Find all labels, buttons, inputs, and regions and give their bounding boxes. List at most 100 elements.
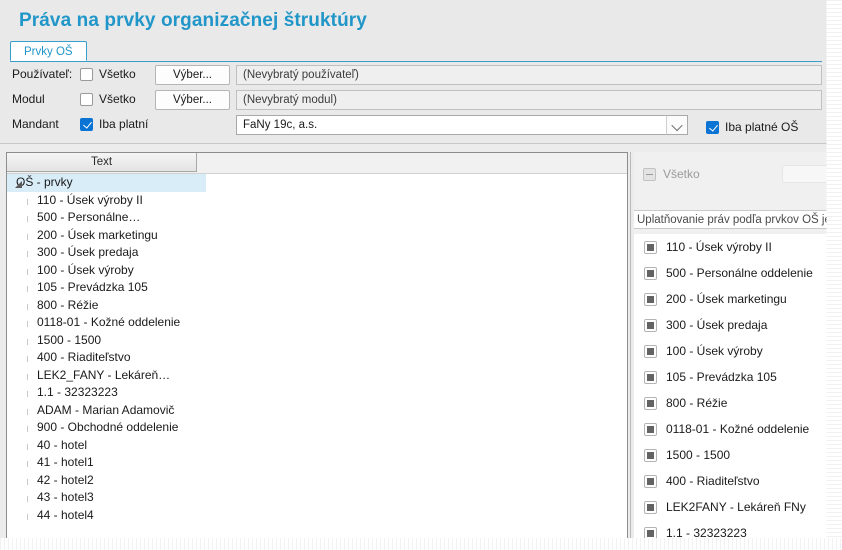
checkbox-filled-square-icon[interactable]: [644, 422, 657, 436]
user-field: (Nevybratý používateľ): [236, 65, 822, 85]
rights-list-item[interactable]: 0118-01 - Kožné oddelenie: [634, 416, 830, 442]
search-input[interactable]: [782, 165, 830, 183]
rights-list-item[interactable]: 105 - Prevádzka 105: [634, 364, 830, 390]
rights-list-item-label: 0118-01 - Kožné oddelenie: [666, 422, 810, 436]
rights-list-item[interactable]: 100 - Úsek výroby: [634, 338, 830, 364]
chevron-collapsed-icon[interactable]: [27, 268, 32, 276]
checkbox-filled-square-icon[interactable]: [644, 526, 657, 540]
tree-column-header-row: Text: [7, 153, 627, 174]
header-band: Práva na prvky organizačnej štruktúry Pr…: [0, 0, 830, 144]
rights-list-item[interactable]: 400 - Riaditeľstvo: [634, 468, 830, 494]
rights-panel: Všetko Uplatňovanie práv podľa prvkov OŠ…: [634, 152, 830, 541]
tree-root-node[interactable]: OŠ - prvky: [7, 174, 206, 192]
tree-node[interactable]: 40 - hotel: [7, 437, 627, 455]
chevron-collapsed-icon[interactable]: [27, 355, 32, 363]
checkbox-filled-square-icon[interactable]: [644, 474, 657, 488]
tree-node[interactable]: 105 - Prevádzka 105: [7, 279, 627, 297]
tree-node-label: 400 - Riaditeľstvo: [37, 350, 131, 364]
chevron-collapsed-icon[interactable]: [27, 478, 32, 486]
tree-node[interactable]: 110 - Úsek výroby II: [7, 192, 627, 210]
tree-node-label: 43 - hotel3: [37, 490, 94, 504]
tree-node-label: 42 - hotel2: [37, 472, 94, 487]
chevron-collapsed-icon[interactable]: [27, 303, 32, 311]
checkbox-module-all[interactable]: Všetko: [80, 92, 136, 107]
form-row-mandant: Mandant Iba platní FaNy 19c, a.s. Iba pl…: [0, 112, 830, 137]
rights-list-item-label: 400 - Riaditeľstvo: [666, 474, 760, 488]
checkbox-only-valid[interactable]: Iba platní: [80, 117, 148, 132]
checkbox-filled-square-icon[interactable]: [644, 240, 657, 254]
checkbox-filled-square-icon[interactable]: [644, 500, 657, 514]
tree-node-label: 900 - Obchodné oddelenie: [37, 420, 179, 434]
checkbox-filled-square-icon[interactable]: [644, 318, 657, 332]
checkbox-filled-square-icon[interactable]: [644, 292, 657, 306]
rights-list-item[interactable]: 1500 - 1500: [634, 442, 830, 468]
tree-node[interactable]: 41 - hotel1: [7, 454, 627, 472]
tree-node[interactable]: 900 - Obchodné oddelenie: [7, 419, 627, 437]
chevron-collapsed-icon[interactable]: [27, 338, 32, 346]
tree-node[interactable]: 800 - Réžie: [7, 297, 627, 315]
tree-node[interactable]: 300 - Úsek predaja: [7, 244, 627, 262]
chevron-expanded-icon[interactable]: [15, 181, 22, 188]
label-mandant: Mandant: [12, 117, 59, 131]
rights-list-item[interactable]: LEK2FANY - Lekáreň FNy: [634, 494, 830, 520]
rights-list-item-label: 1500 - 1500: [666, 448, 731, 462]
checkbox-filled-square-icon[interactable]: [644, 266, 657, 280]
checkbox-filled-square-icon[interactable]: [644, 344, 657, 358]
chevron-collapsed-icon[interactable]: [27, 460, 32, 468]
chevron-collapsed-icon[interactable]: [27, 215, 32, 223]
chevron-collapsed-icon[interactable]: [27, 320, 32, 328]
chevron-collapsed-icon[interactable]: [27, 250, 32, 258]
chevron-collapsed-icon[interactable]: [27, 425, 32, 433]
tree-node[interactable]: 1500 - 1500: [7, 332, 627, 350]
rights-list-item[interactable]: 300 - Úsek predaja: [634, 312, 830, 338]
tree-node[interactable]: LEK2_FANY - Lekáreň…: [7, 367, 627, 385]
checkbox-filled-square-icon[interactable]: [644, 396, 657, 410]
rights-list-item[interactable]: 800 - Réžie: [634, 390, 830, 416]
rights-list-item[interactable]: 110 - Úsek výroby II: [634, 234, 830, 260]
tab-prvky-os[interactable]: Prvky OŠ: [10, 41, 87, 61]
select-user-button[interactable]: Výber...: [155, 65, 230, 85]
chevron-collapsed-icon[interactable]: [27, 513, 32, 521]
chevron-collapsed-icon[interactable]: [27, 285, 32, 293]
rights-list-item[interactable]: 200 - Úsek marketingu: [634, 286, 830, 312]
chevron-down-icon[interactable]: [666, 115, 688, 135]
chevron-collapsed-icon[interactable]: [27, 198, 32, 206]
rights-panel-toolbar: Všetko: [634, 152, 830, 202]
rights-list-item[interactable]: 500 - Personálne oddelenie: [634, 260, 830, 286]
chevron-collapsed-icon[interactable]: [27, 390, 32, 398]
checkbox-only-valid-os[interactable]: Iba platné OŠ: [706, 120, 798, 134]
tree-node-label: 200 - Úsek marketingu: [37, 227, 158, 242]
chevron-collapsed-icon[interactable]: [27, 373, 32, 381]
tree-node[interactable]: 1.1 - 32323223: [7, 384, 627, 402]
tree-node[interactable]: 42 - hotel2: [7, 472, 627, 490]
tree-node[interactable]: 400 - Riaditeľstvo: [7, 349, 627, 367]
checkbox-indeterminate-icon[interactable]: [643, 167, 656, 181]
mandant-combo-input[interactable]: FaNy 19c, a.s.: [236, 115, 688, 135]
tree-node[interactable]: 100 - Úsek výroby: [7, 262, 627, 280]
tree-node[interactable]: 0118-01 - Kožné oddelenie: [7, 314, 627, 332]
tree-node-list: 110 - Úsek výroby II 500 - Personálne… 200…: [7, 192, 627, 525]
tree-node[interactable]: 43 - hotel3: [7, 489, 627, 507]
tree-node[interactable]: 200 - Úsek marketingu: [7, 227, 627, 245]
checkbox-checked-icon[interactable]: [80, 118, 93, 131]
chevron-collapsed-icon[interactable]: [27, 495, 32, 503]
column-header-text[interactable]: Text: [7, 153, 197, 172]
checkbox-user-all[interactable]: Všetko: [80, 67, 136, 82]
tree-node[interactable]: 500 - Personálne…: [7, 209, 627, 227]
checkbox-checked-icon[interactable]: [706, 120, 719, 134]
tree-node[interactable]: ADAM - Marian Adamovič: [7, 402, 627, 420]
tree-node[interactable]: 44 - hotel4: [7, 507, 627, 525]
label-user: Používateľ:: [12, 67, 73, 81]
checkbox-filled-square-icon[interactable]: [644, 370, 657, 384]
tree-node-label: 44 - hotel4: [37, 507, 94, 522]
chevron-collapsed-icon[interactable]: [27, 408, 32, 416]
select-module-button[interactable]: Výber...: [155, 90, 230, 110]
rights-list-item-label: 200 - Úsek marketingu: [666, 292, 787, 306]
checkbox-unchecked-icon[interactable]: [80, 68, 93, 81]
checkbox-filled-square-icon[interactable]: [644, 448, 657, 462]
checkbox-unchecked-icon[interactable]: [80, 93, 93, 106]
checkbox-select-all[interactable]: Všetko: [643, 167, 700, 181]
chevron-collapsed-icon[interactable]: [27, 443, 32, 451]
chevron-collapsed-icon[interactable]: [27, 233, 32, 241]
rights-list-item[interactable]: 1.1 - 32323223: [634, 520, 830, 541]
